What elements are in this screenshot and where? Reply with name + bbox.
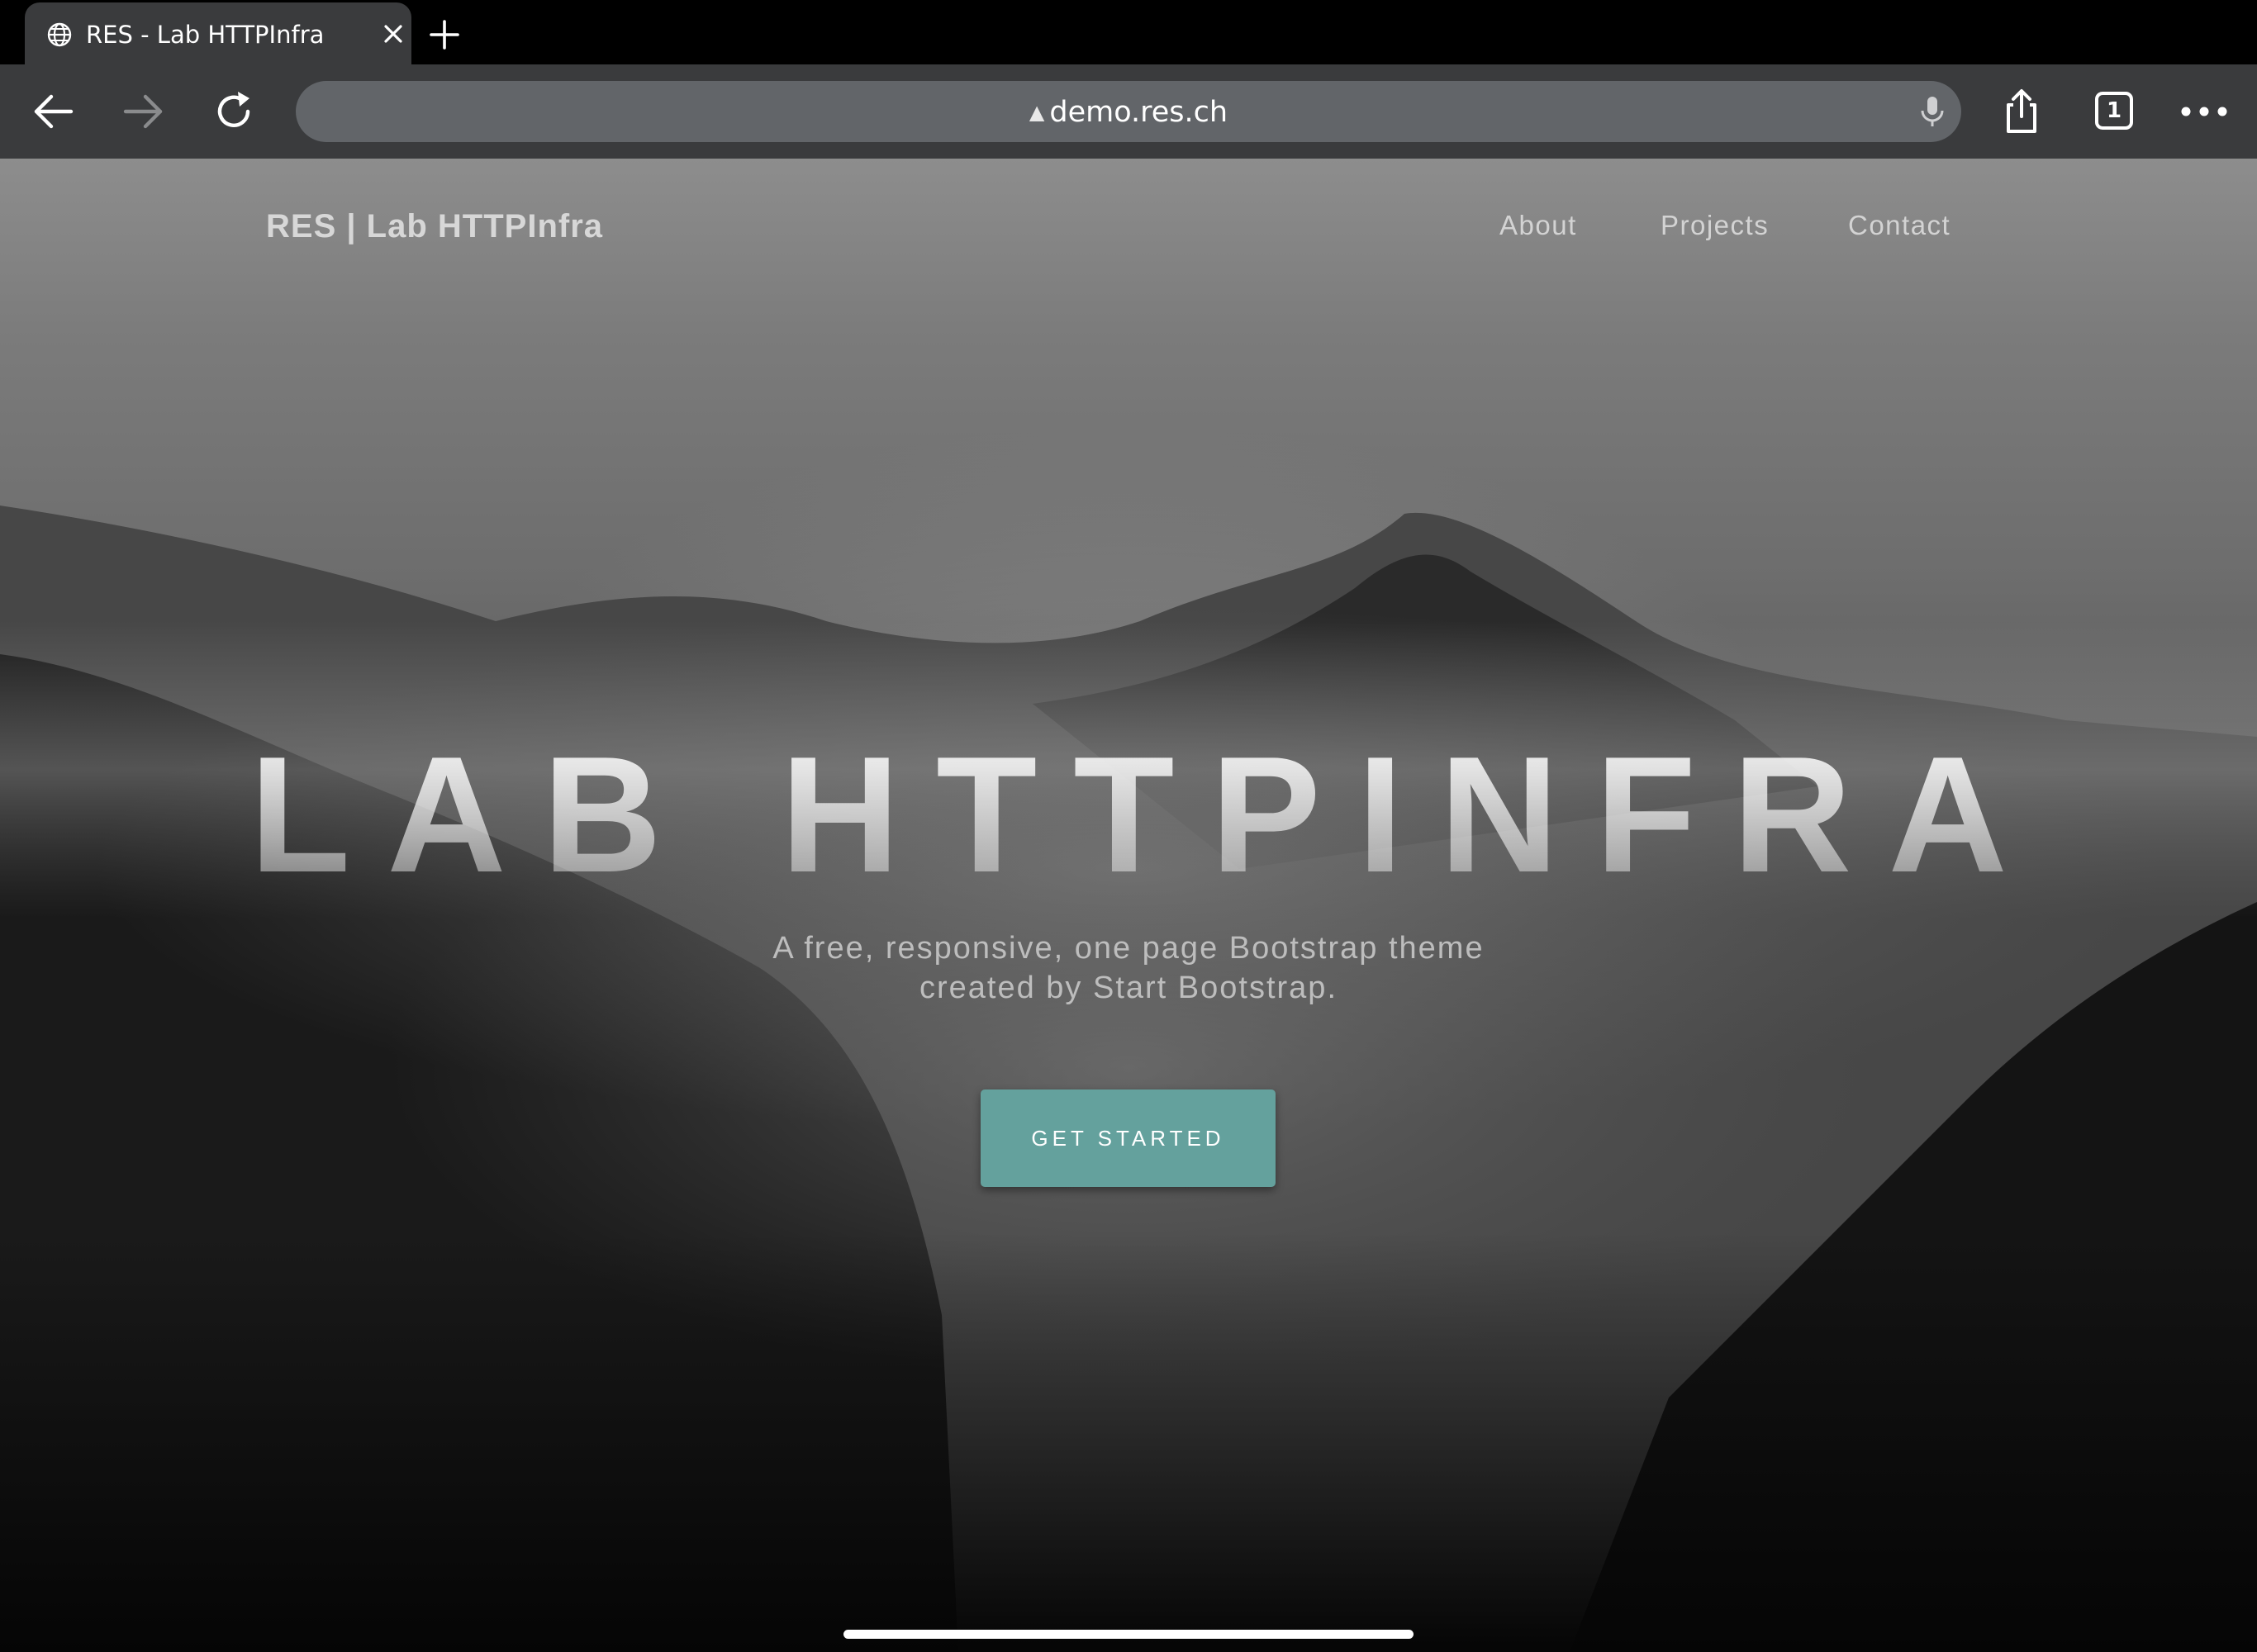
site-navbar: RES | Lab HTTPInfra About Projects Conta… [0, 159, 2257, 299]
hero-subtitle-line-1: A free, responsive, one page Bootstrap t… [772, 931, 1485, 966]
nav-link-projects[interactable]: Projects [1661, 210, 1769, 241]
globe-icon [46, 21, 73, 48]
warning-triangle-icon: ▲ [1029, 101, 1045, 124]
tabs-overview-button[interactable]: 1 [2095, 92, 2133, 130]
arrow-left-icon[interactable] [28, 87, 78, 136]
tab-strip: RES - Lab HTTPInfra [0, 0, 2257, 64]
microphone-icon[interactable] [1913, 93, 1951, 131]
nav-link-contact[interactable]: Contact [1848, 210, 1951, 241]
arrow-right-icon[interactable] [119, 87, 169, 136]
url-text: demo.res.ch [1049, 96, 1228, 129]
home-indicator[interactable] [843, 1630, 1414, 1639]
plus-icon[interactable] [428, 18, 461, 51]
browser-tab[interactable]: RES - Lab HTTPInfra [25, 2, 411, 64]
reload-icon[interactable] [210, 87, 259, 136]
address-bar[interactable]: ▲ demo.res.ch [296, 81, 1961, 142]
hero-subtitle: A free, responsive, one page Bootstrap t… [715, 928, 1542, 1008]
close-icon[interactable] [382, 22, 405, 45]
more-dots-icon[interactable] [2179, 87, 2229, 136]
tab-title: RES - Lab HTTPInfra [86, 21, 325, 49]
url-display: ▲ demo.res.ch [296, 96, 1961, 129]
site-brand-link[interactable]: RES | Lab HTTPInfra [266, 208, 603, 245]
page-viewport: RES | Lab HTTPInfra About Projects Conta… [0, 159, 2257, 1652]
nav-link-about[interactable]: About [1499, 210, 1577, 241]
get-started-button[interactable]: Get Started [981, 1089, 1276, 1187]
share-icon[interactable] [1997, 87, 2046, 136]
browser-toolbar: ▲ demo.res.ch 1 [0, 64, 2257, 159]
hero-title: Lab HTTPInfra [0, 729, 2257, 902]
hero-subtitle-line-2: created by Start Bootstrap. [919, 971, 1338, 1005]
